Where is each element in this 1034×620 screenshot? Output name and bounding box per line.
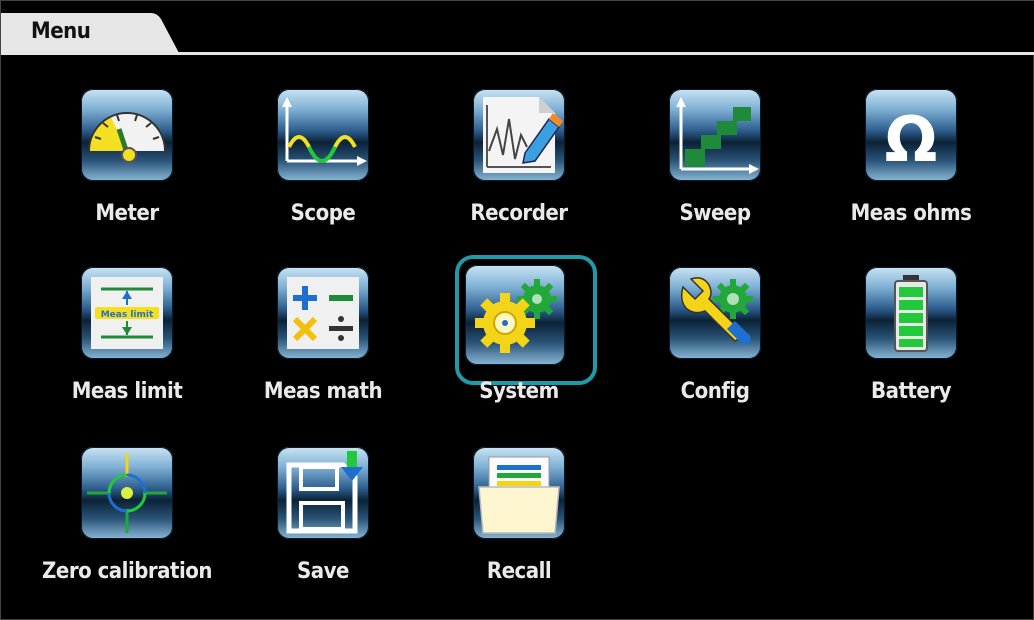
staircase-icon: [669, 89, 761, 181]
header-bar: Menu: [1, 1, 1034, 55]
menu-item-label: Config: [680, 379, 750, 404]
menu-item-scope[interactable]: Scope: [233, 89, 413, 249]
menu-item-label: Meter: [95, 201, 159, 226]
folder-recall-icon: [473, 447, 565, 539]
menu-item-recorder[interactable]: Recorder: [429, 89, 609, 249]
menu-screen: Menu Meter Scope Recorder Sweep Ω Meas o…: [0, 0, 1034, 620]
menu-item-label: Recorder: [470, 201, 568, 226]
menu-item-config[interactable]: Config: [625, 267, 805, 427]
waveform-icon: [277, 89, 369, 181]
menu-item-meas-ohms[interactable]: Ω Meas ohms: [821, 89, 1001, 249]
menu-item-label: Scope: [290, 201, 356, 226]
gauge-icon: [81, 89, 173, 181]
battery-icon: [865, 267, 957, 359]
menu-item-label: Sweep: [679, 201, 751, 226]
menu-item-label: Zero calibration: [42, 559, 212, 584]
recorder-pen-icon: [473, 89, 565, 181]
menu-item-meter[interactable]: Meter: [37, 89, 217, 249]
menu-item-meas-math[interactable]: Meas math: [233, 267, 413, 427]
gears-icon: [465, 265, 565, 365]
menu-item-system[interactable]: System: [429, 255, 609, 427]
menu-item-recall[interactable]: Recall: [429, 447, 609, 607]
menu-item-label: Recall: [486, 559, 552, 584]
wrench-gear-icon: [669, 267, 761, 359]
page-title: Menu: [31, 19, 91, 44]
menu-item-label: Meas math: [263, 379, 383, 404]
header-divider: [1, 52, 1034, 55]
menu-item-meas-limit[interactable]: Meas limit Meas limit: [37, 267, 217, 427]
menu-item-label: Save: [297, 559, 349, 584]
menu-item-zero-calibration[interactable]: Zero calibration: [37, 447, 217, 607]
svg-text:Ω: Ω: [885, 103, 938, 176]
menu-item-label: Meas ohms: [850, 201, 972, 226]
limit-icon: Meas limit: [81, 267, 173, 359]
menu-item-label: Meas limit: [71, 379, 183, 404]
menu-item-battery[interactable]: Battery: [821, 267, 1001, 427]
menu-item-label: Battery: [871, 379, 951, 404]
omega-icon: Ω: [865, 89, 957, 181]
math-operators-icon: [277, 267, 369, 359]
menu-item-label: System: [479, 379, 559, 404]
menu-item-save[interactable]: Save: [233, 447, 413, 607]
limit-icon-text: Meas limit: [101, 310, 154, 320]
crosshair-icon: [81, 447, 173, 539]
menu-item-sweep[interactable]: Sweep: [625, 89, 805, 249]
floppy-save-icon: [277, 447, 369, 539]
